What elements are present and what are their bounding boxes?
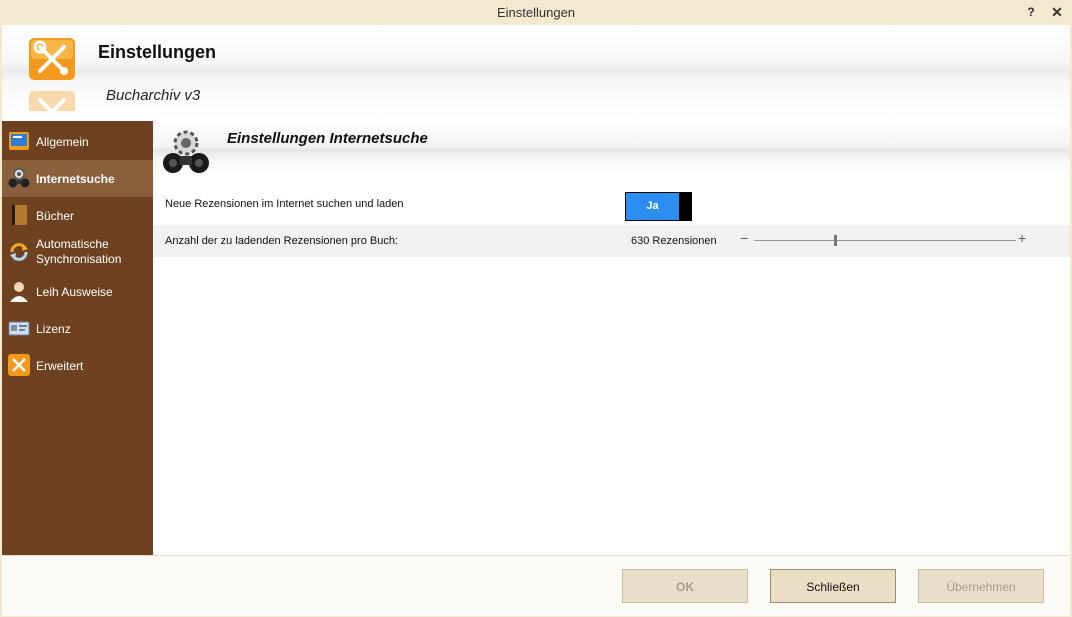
setting-label: Anzahl der zu ladenden Rezensionen pro B… [165, 235, 398, 247]
close-window-button[interactable]: ✕ [1048, 3, 1066, 21]
tools-icon [8, 354, 30, 376]
settings-window: Einstellungen ? ✕ Einstellungen Bucharch… [0, 0, 1072, 617]
setting-row-search-reviews: Neue Rezensionen im Internet suchen und … [153, 188, 1070, 221]
section-title: Einstellungen Internetsuche [227, 130, 428, 147]
ok-button[interactable]: OK [622, 569, 748, 603]
sync-arrows-icon [8, 241, 30, 263]
help-button[interactable]: ? [1022, 3, 1040, 21]
sidebar-item-buecher[interactable]: Bücher [2, 197, 153, 234]
sidebar-item-synchronisation[interactable]: Automatische Synchronisation [2, 234, 153, 271]
sidebar-item-allgemein[interactable]: Allgemein [2, 123, 153, 160]
tools-icon [29, 38, 75, 80]
page-title: Einstellungen [98, 42, 217, 62]
binoculars-gear-icon [8, 167, 30, 189]
close-button[interactable]: Schließen [770, 569, 896, 603]
review-count-value: 630 Rezensionen [631, 235, 717, 247]
content-header: Einstellungen Internetsuche [153, 121, 1070, 177]
increase-button[interactable]: + [1018, 230, 1026, 246]
person-icon [8, 280, 30, 302]
sidebar-item-label: Internetsuche [36, 172, 115, 186]
book-brown-icon [8, 204, 30, 226]
app-subtitle: Bucharchiv v3 [106, 87, 201, 104]
sidebar-item-lizenz[interactable]: Lizenz [2, 310, 153, 347]
apply-button[interactable]: Übernehmen [918, 569, 1044, 603]
window-title: Einstellungen [496, 5, 576, 20]
sidebar: Allgemein Internetsuche Bücher Automatis… [2, 121, 153, 555]
sidebar-item-label: Allgemein [36, 135, 89, 149]
review-count-slider-thumb[interactable] [834, 235, 838, 246]
binoculars-gear-icon [161, 129, 211, 175]
sidebar-item-erweitert[interactable]: Erweitert [2, 347, 153, 384]
decrease-button[interactable]: − [740, 230, 748, 246]
toggle-on-label: Ja [626, 193, 679, 220]
sidebar-item-label: Automatische Synchronisation [36, 237, 122, 266]
search-reviews-toggle[interactable]: Ja [625, 192, 692, 221]
setting-row-review-count: Anzahl der zu ladenden Rezensionen pro B… [153, 225, 1070, 257]
sidebar-item-label: Bücher [36, 209, 75, 223]
sidebar-item-label: Lizenz [36, 322, 71, 336]
sidebar-item-leih-ausweise[interactable]: Leih Ausweise [2, 273, 153, 310]
book-blue-icon [8, 130, 30, 152]
sidebar-item-internetsuche[interactable]: Internetsuche [2, 160, 153, 197]
sidebar-item-label: Leih Ausweise [36, 285, 113, 299]
footer: OK Schließen Übernehmen [2, 555, 1070, 616]
sidebar-item-label: Erweitert [36, 359, 84, 373]
review-count-slider-track[interactable] [754, 240, 1016, 241]
content-panel: Einstellungen Internetsuche Neue Rezensi… [153, 121, 1070, 555]
header: Einstellungen Bucharchiv v3 [2, 25, 1070, 121]
setting-label: Neue Rezensionen im Internet suchen und … [165, 198, 404, 210]
title-bar: Einstellungen ? ✕ [0, 0, 1072, 25]
license-card-icon [8, 317, 30, 339]
tools-icon-reflection [29, 91, 75, 111]
